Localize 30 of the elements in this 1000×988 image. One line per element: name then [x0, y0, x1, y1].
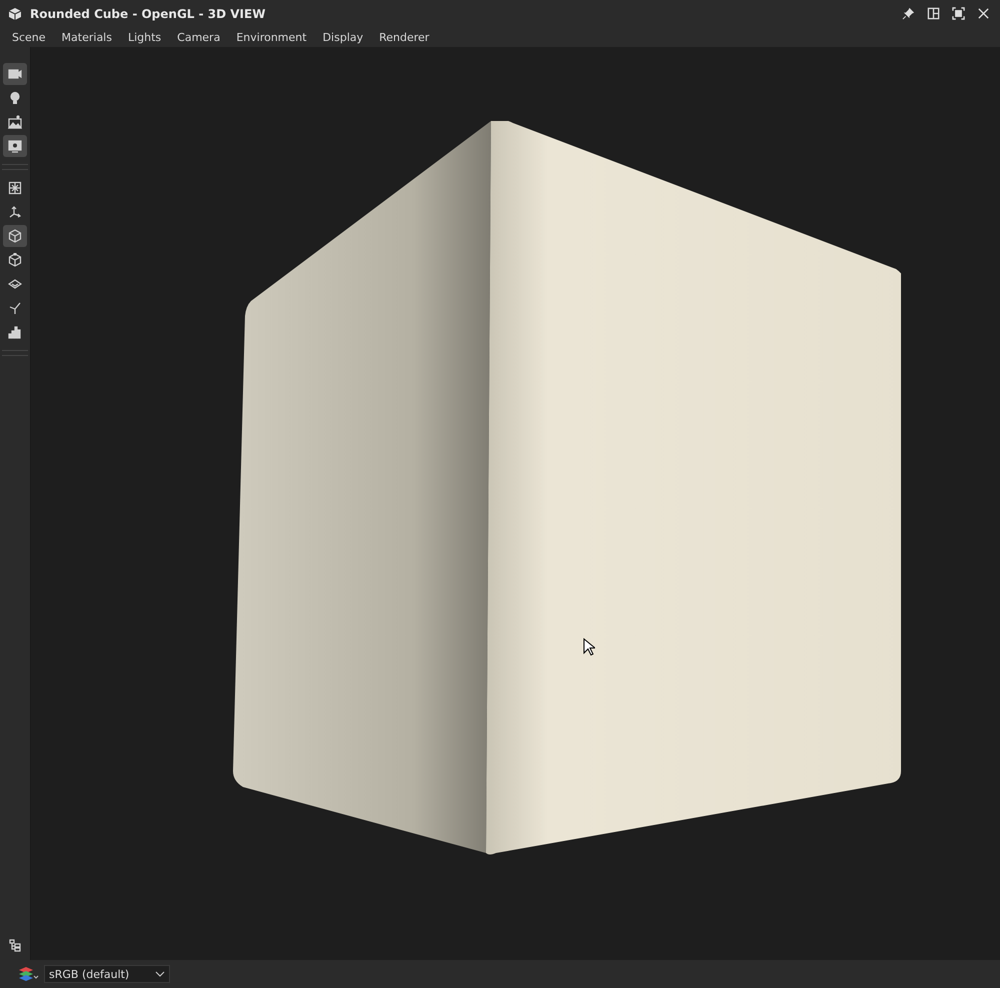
pin-button[interactable]: [900, 5, 917, 22]
histogram-icon: [8, 325, 22, 339]
menu-item[interactable]: Lights: [120, 30, 170, 44]
chevron-down-icon: [155, 971, 165, 977]
menu-item[interactable]: Renderer: [371, 30, 438, 44]
cube-icon: [8, 229, 22, 243]
menu-item[interactable]: Display: [314, 30, 372, 44]
menu-item[interactable]: Camera: [169, 30, 228, 44]
video-camera-icon: [8, 67, 22, 81]
tool-button[interactable]: [3, 135, 27, 157]
tree-icon: [8, 938, 22, 952]
menu-item[interactable]: Materials: [54, 30, 120, 44]
axes-icon: [8, 205, 22, 219]
cube-logo-icon: [8, 6, 22, 20]
tool-button[interactable]: [3, 63, 27, 85]
maximize-button[interactable]: [950, 5, 967, 22]
colorspace-dropdown[interactable]: sRGB (default): [44, 965, 170, 983]
split-view-button[interactable]: [925, 5, 942, 22]
layers-stack-icon: [18, 966, 40, 982]
tripod-icon: [8, 301, 22, 315]
menu-item[interactable]: Environment: [228, 30, 315, 44]
grid-cube-icon: [8, 181, 22, 195]
mouse-cursor-icon: [583, 638, 595, 656]
menu-item[interactable]: Scene: [4, 30, 54, 44]
tool-button[interactable]: [3, 225, 27, 247]
layers-icon: [8, 277, 22, 291]
cube-frame-icon: [8, 253, 22, 267]
landscape-icon: [8, 115, 22, 129]
window-title: Rounded Cube - OpenGL - 3D VIEW: [30, 6, 266, 20]
light-bulb-icon: [8, 91, 22, 105]
